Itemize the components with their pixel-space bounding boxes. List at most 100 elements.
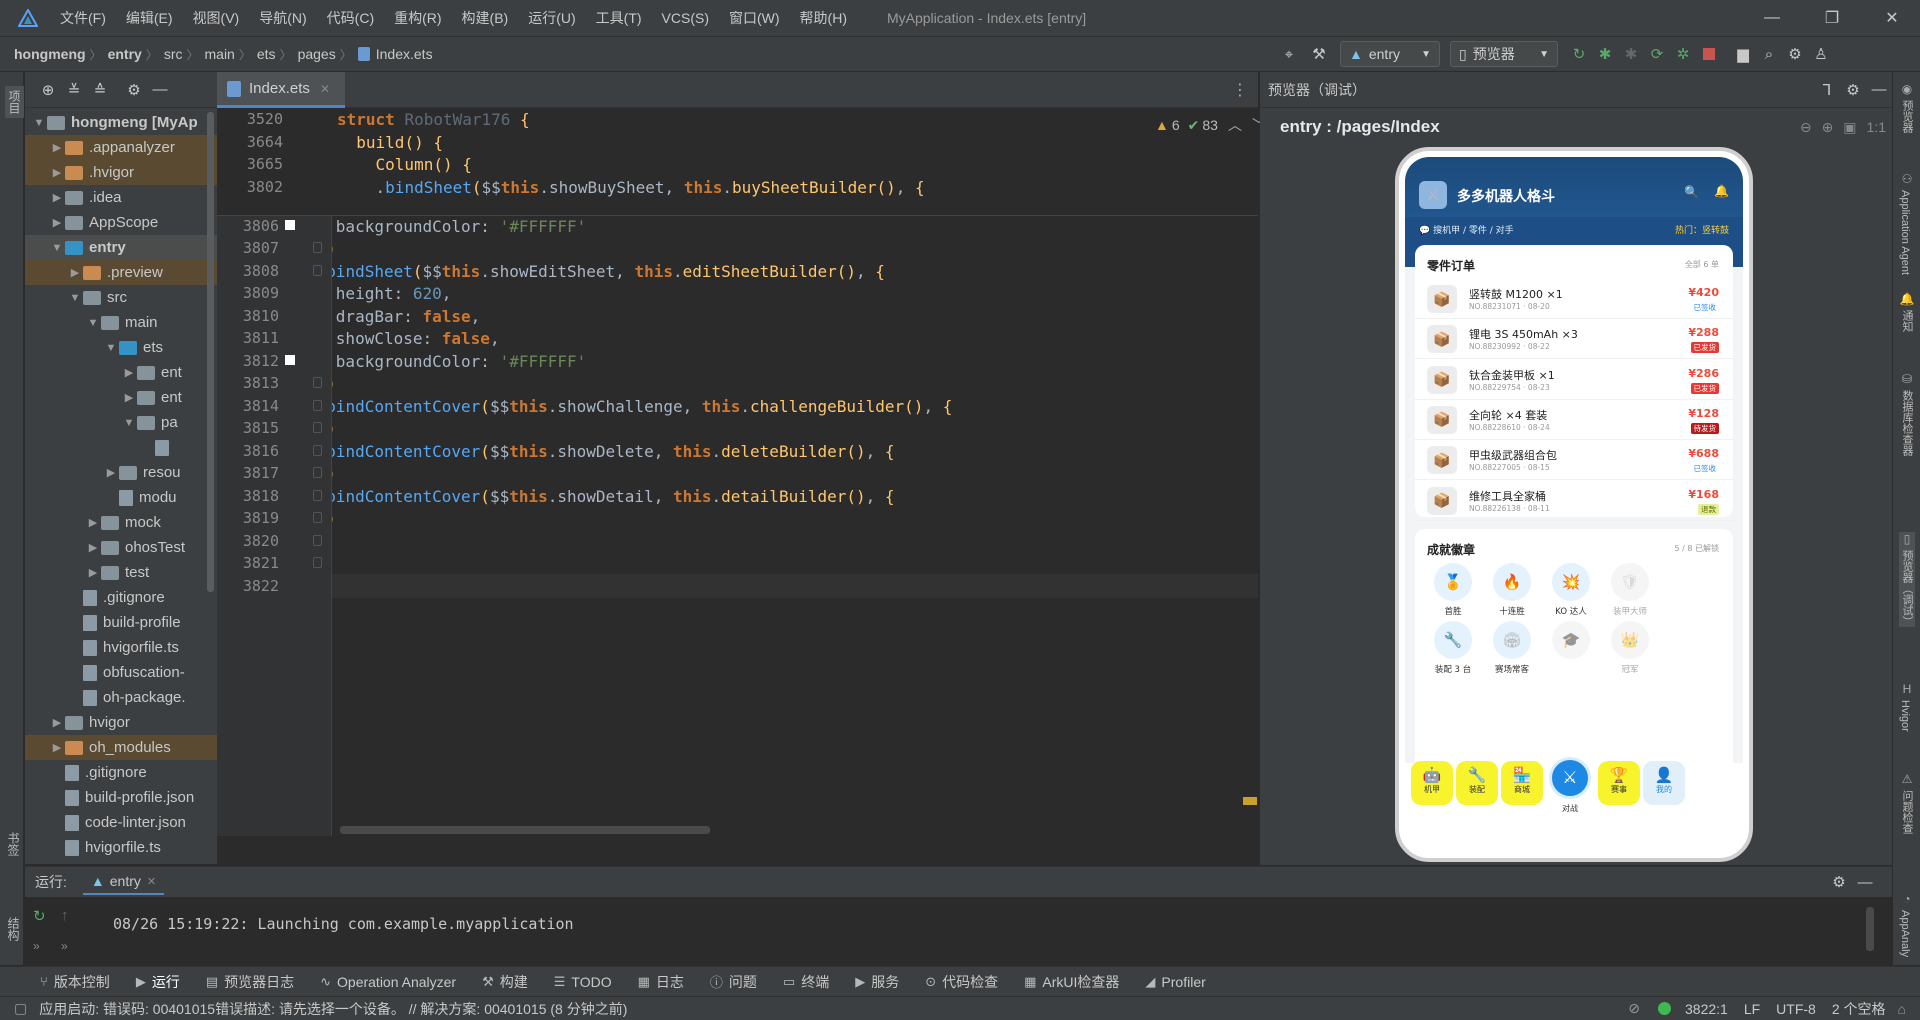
tree-item[interactable]: ▶ .appanalyzer (25, 135, 217, 160)
nav-item[interactable]: 🔧 装配 (1456, 761, 1498, 805)
menu-item[interactable]: 视图(V) (183, 8, 250, 28)
chevron-right-icon[interactable]: ▶ (49, 216, 65, 229)
tree-item[interactable]: ▶ .idea (25, 185, 217, 210)
code-line[interactable]: .bindContentCover($$this.showDelete, thi… (332, 442, 895, 461)
stop-icon[interactable] (1696, 41, 1722, 67)
tool-window-button[interactable]: ▦ 日志 (638, 972, 684, 992)
code-line[interactable]: backgroundColor: '#FFFFFF' (332, 352, 586, 371)
tree-item[interactable]: ▼ pa (25, 410, 217, 435)
code-line[interactable]: backgroundColor: '#FFFFFF' (332, 217, 586, 236)
tool-window-button[interactable]: ⑂ 版本控制 (40, 972, 110, 992)
caret-position[interactable]: 3822:1 (1685, 1001, 1728, 1017)
breadcrumb-item[interactable]: src (158, 46, 183, 62)
chevron-down-icon[interactable]: ▼ (121, 417, 137, 429)
bell-icon[interactable]: 🔔 (1714, 184, 1729, 198)
code-line[interactable]: showClose: false, (332, 329, 500, 348)
breadcrumb-item[interactable]: pages (292, 46, 336, 62)
achievement-badge[interactable]: 🏅 首胜 (1429, 563, 1477, 617)
close-icon[interactable]: ✕ (320, 82, 330, 96)
right-tool-button[interactable]: 🔔 通知 (1899, 292, 1915, 332)
tree-item[interactable]: ▶ .hvigor (25, 160, 217, 185)
collapse-all-icon[interactable]: ≙ (87, 77, 113, 103)
chevron-right-icon[interactable]: ▶ (49, 141, 65, 154)
nav-battle-button[interactable]: ⚔ 对战 (1548, 757, 1592, 814)
right-tool-button[interactable]: ⛁ 数据库检查器 (1899, 372, 1915, 456)
right-tool-button[interactable]: ⚠ 问题检查 (1899, 772, 1915, 834)
close-icon[interactable]: ✕ (1864, 0, 1920, 36)
menu-item[interactable]: 运行(U) (518, 8, 585, 28)
tree-item[interactable]: ▶ ohosTest (25, 535, 217, 560)
more-icon[interactable]: » (61, 939, 68, 953)
account-icon[interactable]: ♙ (1808, 41, 1834, 67)
breadcrumb-item[interactable]: hongmeng (8, 46, 86, 62)
status-toggle-icon[interactable]: ▢ (14, 1000, 27, 1017)
hide-icon[interactable]: — (1866, 77, 1892, 103)
zoom-in-icon[interactable]: ⊕ (1822, 119, 1834, 136)
menu-item[interactable]: 构建(B) (452, 8, 519, 28)
chevron-right-icon[interactable]: ▶ (85, 566, 101, 579)
right-tool-button[interactable]: H Hvigor (1899, 682, 1915, 732)
chevron-up-icon[interactable]: ︿ (1228, 115, 1242, 135)
nav-item[interactable]: 🏪 商城 (1501, 761, 1543, 805)
bookmarks-tool-button[interactable]: 书签 (5, 832, 22, 856)
menu-item[interactable]: 文件(F) (50, 8, 116, 28)
chevron-right-icon[interactable]: ▶ (49, 741, 65, 754)
sticky-code-line[interactable]: .bindSheet($$this.showBuySheet, this.buy… (337, 178, 925, 197)
menu-item[interactable]: 重构(R) (384, 8, 451, 28)
order-row[interactable]: 📦 钛合金装甲板 ×1 NO.88229754 · 08-23 ¥286 已发货 (1415, 360, 1733, 400)
hide-icon[interactable]: — (1852, 869, 1878, 895)
achievement-badge[interactable]: 🛡 装甲大师 (1606, 563, 1654, 617)
fold-icon[interactable] (313, 512, 322, 523)
tree-item[interactable]: build-profile (25, 610, 217, 635)
tool-window-button[interactable]: ▶ 运行 (136, 972, 180, 992)
up-icon[interactable]: ↑ (61, 907, 69, 924)
nav-item[interactable]: 👤 我的 (1643, 761, 1685, 805)
order-row[interactable]: 📦 全向轮 ×4 套装 NO.88228610 · 08-24 ¥128 待发货 (1415, 400, 1733, 440)
fold-icon[interactable] (313, 534, 322, 546)
locate-icon[interactable]: ⊕ (35, 77, 61, 103)
tree-item[interactable]: code-linter.json (25, 810, 217, 835)
tree-item[interactable]: ▶ hvigor (25, 710, 217, 735)
achievement-badge[interactable]: 💥 KO 达人 (1547, 563, 1595, 617)
fold-icon[interactable] (313, 264, 322, 276)
right-tool-button[interactable]: ◉ 预览器 (1899, 82, 1915, 133)
line-separator[interactable]: LF (1744, 1001, 1760, 1017)
tree-item[interactable]: oh-package. (25, 685, 217, 710)
tree-item[interactable]: ▶ ent (25, 385, 217, 410)
font-size-icon[interactable]: Ꞁ (1814, 77, 1840, 103)
close-icon[interactable]: ✕ (147, 875, 156, 888)
expand-icon[interactable]: » (33, 939, 40, 953)
tree-item[interactable]: ▼ ets (25, 335, 217, 360)
tool-window-button[interactable]: ▶ 服务 (855, 972, 899, 992)
gear-icon[interactable]: ⚙ (1840, 77, 1866, 103)
rerun-icon[interactable]: ↻ (33, 907, 46, 925)
fold-icon[interactable] (313, 377, 322, 388)
debug-icon[interactable]: ✱ (1592, 41, 1618, 67)
code-line[interactable]: .bindSheet($$this.showEditSheet, this.ed… (332, 262, 885, 281)
tree-item[interactable]: build-profile.json (25, 785, 217, 810)
color-swatch-icon[interactable] (285, 219, 295, 230)
chevron-down-icon[interactable]: ▼ (85, 317, 101, 329)
reload-icon[interactable]: ⟳ (1644, 41, 1670, 67)
color-swatch-icon[interactable] (285, 354, 295, 365)
chevron-down-icon[interactable]: ▼ (103, 342, 119, 354)
breadcrumb-item[interactable]: main (199, 46, 235, 62)
tree-item[interactable]: ▶ resou (25, 460, 217, 485)
fold-icon[interactable] (313, 557, 322, 568)
tree-item[interactable]: hvigorfile.ts (25, 835, 217, 860)
achievement-badge[interactable]: 🏟 赛场常客 (1488, 621, 1536, 675)
fold-icon[interactable] (313, 467, 322, 478)
expand-all-icon[interactable]: ≚ (61, 77, 87, 103)
tree-item[interactable]: ▶ mock (25, 510, 217, 535)
tool-window-button[interactable]: ⚒ 构建 (482, 972, 528, 992)
lock-icon[interactable]: ⌂ (1898, 1001, 1906, 1017)
tree-item[interactable]: ▼ main (25, 310, 217, 335)
order-row[interactable]: 📦 甲虫级武器组合包 NO.88227005 · 08-15 ¥688 已签收 (1415, 440, 1733, 481)
tool-window-button[interactable]: ☰ TODO (554, 974, 612, 990)
minimize-icon[interactable]: — (1744, 0, 1800, 36)
project-tool-button[interactable]: 项目 (5, 86, 24, 118)
breadcrumb-item[interactable]: ets (251, 46, 276, 62)
tree-item[interactable]: obfuscation- (25, 660, 217, 685)
code-line[interactable]: }) (332, 239, 336, 258)
folder-icon[interactable]: ▆ (1730, 41, 1756, 67)
